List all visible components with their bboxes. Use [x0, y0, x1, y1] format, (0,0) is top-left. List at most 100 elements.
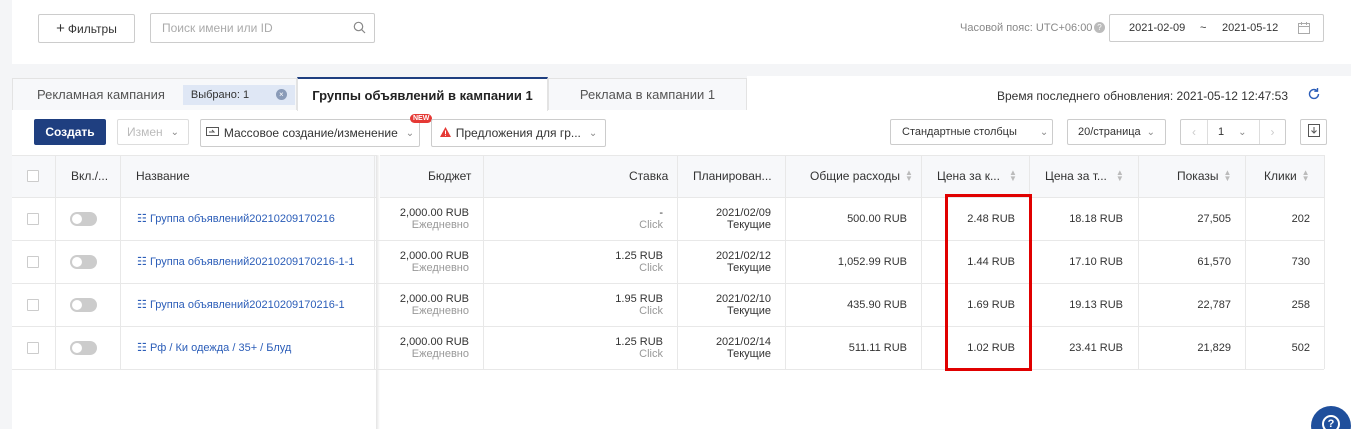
sort-icon[interactable]: ▲ ▼ — [1009, 169, 1017, 183]
column-header-cpc[interactable]: Цена за к... ▲ ▼ — [937, 155, 1017, 197]
status-toggle[interactable] — [70, 298, 97, 312]
ad-group-icon: ☷ — [137, 299, 147, 311]
bid-type: Click — [639, 262, 663, 274]
divider — [1138, 155, 1139, 369]
budget-cell: 2,000.00 RUB Ежедневно — [400, 250, 469, 274]
prev-page-icon[interactable]: ‹ — [1181, 125, 1207, 139]
column-header-bid-label: Ставка — [629, 169, 669, 183]
edit-dropdown-label: Измен — [126, 125, 163, 139]
budget-value: 2,000.00 RUB — [399, 336, 469, 348]
bid-value: 1.95 RUB — [615, 293, 663, 305]
chevron-down-icon: ⌄ — [1039, 126, 1049, 138]
column-header-toggle[interactable]: Вкл./... — [71, 155, 108, 197]
date-separator: ~ — [1200, 22, 1207, 34]
column-header-schedule[interactable]: Планирован... — [693, 155, 772, 197]
bid-cell: 1.95 RUB Click — [615, 293, 663, 317]
date-end: 2021-05-12 — [1222, 22, 1279, 34]
ad-group-name-link[interactable]: ☷ Рф / Ки одежда / 35+ / Блуд — [137, 341, 291, 354]
sort-icon[interactable]: ▲ ▼ — [1223, 169, 1231, 183]
suggestions-dropdown[interactable]: Предложения для гр... ⌄ — [431, 119, 606, 147]
column-header-clicks[interactable]: Клики ▲ ▼ — [1264, 155, 1310, 197]
schedule-status: Текущие — [727, 348, 771, 360]
row-checkbox[interactable] — [27, 342, 39, 354]
bid-cell: 1.25 RUB Click — [615, 336, 663, 360]
next-page-icon[interactable]: › — [1260, 125, 1285, 139]
spend-cell: 511.11 RUB — [848, 342, 907, 354]
status-toggle[interactable] — [70, 255, 97, 269]
filters-button-label: Фильтры — [67, 21, 117, 36]
row-checkbox[interactable] — [27, 256, 39, 268]
page-select[interactable]: 1 ⌄ — [1207, 120, 1260, 144]
export-button[interactable] — [1300, 119, 1327, 145]
fixed-column-shadow — [376, 155, 380, 429]
column-header-schedule-label: Планирован... — [693, 169, 772, 183]
divider — [120, 155, 121, 369]
selected-badge: Выбрано: 1 × — [182, 84, 295, 105]
filters-button[interactable]: + Фильтры — [38, 14, 135, 43]
impressions-cell: 22,787 — [1197, 299, 1231, 311]
budget-type: Ежедневно — [411, 219, 469, 231]
row-checkbox[interactable] — [27, 299, 39, 311]
ad-group-icon: ☷ — [137, 256, 147, 268]
tab-ads[interactable]: Реклама в кампании 1 — [548, 78, 747, 110]
pagination: ‹ 1 ⌄ › — [1180, 119, 1286, 145]
clicks-cell: 202 — [1291, 213, 1310, 225]
sort-icon[interactable]: ▲ ▼ — [1116, 169, 1124, 183]
create-button-label: Создать — [45, 125, 95, 139]
search-input[interactable]: Поиск имени или ID — [150, 13, 375, 43]
column-header-bid[interactable]: Ставка — [629, 155, 668, 197]
edit-dropdown[interactable]: Измен ⌄ — [117, 119, 189, 145]
tab-campaign[interactable]: Рекламная кампания Выбрано: 1 × — [12, 78, 297, 110]
bid-value: 1.25 RUB — [615, 336, 663, 348]
divider — [55, 155, 56, 369]
divider — [12, 240, 1324, 241]
select-all-checkbox[interactable] — [27, 170, 39, 182]
columns-dropdown[interactable]: Стандартные столбцы ⌄ — [890, 119, 1053, 145]
ad-group-name-link[interactable]: ☷ Группа объявлений20210209170216-1-1 — [137, 255, 354, 268]
tab-ad-groups[interactable]: Группы объявлений в кампании 1 — [297, 77, 548, 111]
column-header-toggle-label: Вкл./... — [71, 169, 109, 183]
bulk-edit-dropdown[interactable]: Массовое создание/изменение ⌄ — [200, 119, 420, 147]
divider — [483, 155, 484, 369]
ad-group-name-link[interactable]: ☷ Группа объявлений20210209170216-1 — [137, 298, 345, 311]
budget-cell: 2,000.00 RUB Ежедневно — [400, 293, 469, 317]
tab-ad-groups-label: Группы объявлений в кампании 1 — [312, 87, 533, 103]
impressions-cell: 27,505 — [1197, 213, 1231, 225]
ad-group-icon: ☷ — [137, 213, 147, 225]
chevron-down-icon: ⌄ — [1238, 126, 1247, 138]
refresh-icon[interactable] — [1307, 87, 1321, 104]
chevron-down-icon: ⌄ — [588, 127, 598, 139]
schedule-date: 2021/02/10 — [715, 293, 771, 305]
clear-icon[interactable]: × — [275, 89, 287, 100]
column-header-impressions[interactable]: Показы ▲ ▼ — [1177, 155, 1231, 197]
selected-badge-label: Выбрано: 1 — [190, 88, 250, 101]
page-size-dropdown[interactable]: 20/страница ⌄ — [1067, 119, 1166, 145]
bid-value: 1.25 RUB — [615, 250, 663, 262]
schedule-date: 2021/02/14 — [715, 336, 771, 348]
column-header-impressions-label: Показы — [1177, 169, 1219, 183]
clicks-cell: 730 — [1291, 256, 1310, 268]
cpm-cell: 23.41 RUB — [1069, 342, 1123, 354]
ad-group-name-link[interactable]: ☷ Группа объявлений20210209170216 — [137, 212, 335, 225]
ad-group-name: Группа объявлений20210209170216 — [149, 213, 335, 225]
column-header-spend-label: Общие расходы — [810, 169, 901, 183]
status-toggle[interactable] — [70, 341, 97, 355]
sort-icon[interactable]: ▲ ▼ — [1302, 169, 1310, 183]
schedule-cell: 2021/02/14 Текущие — [716, 336, 771, 360]
sort-icon[interactable]: ▲ ▼ — [905, 169, 913, 183]
column-header-budget[interactable]: Бюджет — [428, 155, 471, 197]
status-toggle[interactable] — [70, 212, 97, 226]
schedule-cell: 2021/02/10 Текущие — [716, 293, 771, 317]
column-header-cpm[interactable]: Цена за т... ▲ ▼ — [1045, 155, 1124, 197]
row-checkbox[interactable] — [27, 213, 39, 225]
column-header-budget-label: Бюджет — [428, 169, 472, 183]
divider — [785, 155, 786, 369]
column-header-name[interactable]: Название — [136, 155, 190, 197]
page-number: 1 — [1218, 126, 1225, 138]
create-button[interactable]: Создать — [34, 119, 106, 145]
plus-icon: + — [56, 20, 65, 37]
date-range-picker[interactable]: 2021-02-09 ~ 2021-05-12 — [1109, 14, 1324, 42]
help-icon[interactable]: ? — [1094, 22, 1105, 33]
column-header-spend[interactable]: Общие расходы ▲ ▼ — [810, 155, 913, 197]
cpm-cell: 18.18 RUB — [1069, 213, 1123, 225]
